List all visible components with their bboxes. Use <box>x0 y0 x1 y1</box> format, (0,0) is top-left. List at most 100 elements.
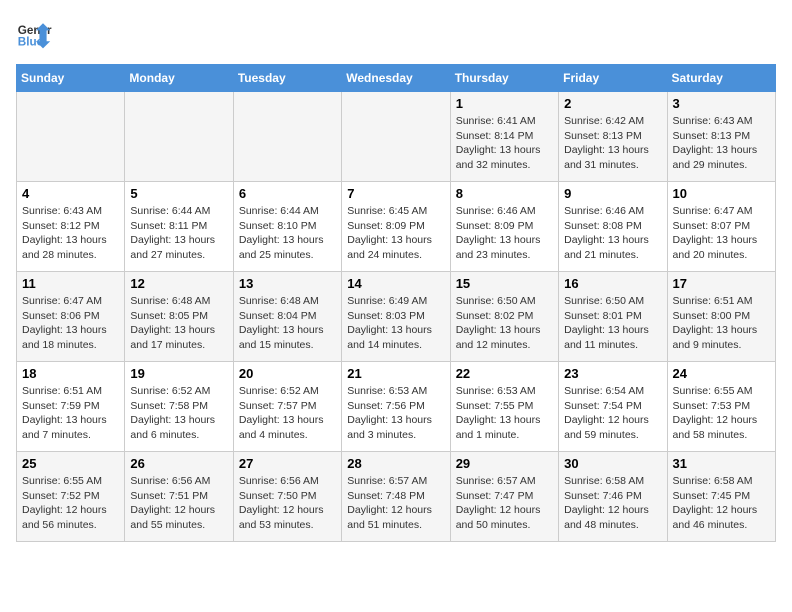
weekday-row: SundayMondayTuesdayWednesdayThursdayFrid… <box>17 65 776 92</box>
day-number: 21 <box>347 366 444 381</box>
day-info: Sunrise: 6:56 AM Sunset: 7:51 PM Dayligh… <box>130 474 227 533</box>
day-number: 16 <box>564 276 661 291</box>
calendar-cell: 16 Sunrise: 6:50 AM Sunset: 8:01 PM Dayli… <box>559 272 667 362</box>
day-number: 9 <box>564 186 661 201</box>
weekday-header-tuesday: Tuesday <box>233 65 341 92</box>
day-number: 2 <box>564 96 661 111</box>
day-number: 4 <box>22 186 119 201</box>
logo-icon: General Blue <box>16 16 52 52</box>
day-info: Sunrise: 6:50 AM Sunset: 8:01 PM Dayligh… <box>564 294 661 353</box>
calendar-cell: 29 Sunrise: 6:57 AM Sunset: 7:47 PM Dayli… <box>450 452 558 542</box>
day-number: 1 <box>456 96 553 111</box>
weekday-header-wednesday: Wednesday <box>342 65 450 92</box>
day-number: 31 <box>673 456 770 471</box>
calendar-cell: 12 Sunrise: 6:48 AM Sunset: 8:05 PM Dayli… <box>125 272 233 362</box>
day-number: 10 <box>673 186 770 201</box>
day-info: Sunrise: 6:54 AM Sunset: 7:54 PM Dayligh… <box>564 384 661 443</box>
calendar-week-1: 1 Sunrise: 6:41 AM Sunset: 8:14 PM Daylig… <box>17 92 776 182</box>
calendar-cell: 21Sunrise: 6:53 AM Sunset: 7:56 PM Dayli… <box>342 362 450 452</box>
day-info: Sunrise: 6:47 AM Sunset: 8:07 PM Dayligh… <box>673 204 770 263</box>
day-info: Sunrise: 6:45 AM Sunset: 8:09 PM Dayligh… <box>347 204 444 263</box>
day-info: Sunrise: 6:44 AM Sunset: 8:10 PM Dayligh… <box>239 204 336 263</box>
weekday-header-monday: Monday <box>125 65 233 92</box>
calendar-cell: 10 Sunrise: 6:47 AM Sunset: 8:07 PM Dayli… <box>667 182 775 272</box>
calendar-cell: 17 Sunrise: 6:51 AM Sunset: 8:00 PM Dayli… <box>667 272 775 362</box>
calendar-cell: 8 Sunrise: 6:46 AM Sunset: 8:09 PM Daylig… <box>450 182 558 272</box>
calendar-cell <box>125 92 233 182</box>
day-info: Sunrise: 6:52 AM Sunset: 7:57 PM Dayligh… <box>239 384 336 443</box>
calendar-cell <box>342 92 450 182</box>
day-info: Sunrise: 6:51 AM Sunset: 8:00 PM Dayligh… <box>673 294 770 353</box>
day-number: 20 <box>239 366 336 381</box>
day-number: 13 <box>239 276 336 291</box>
day-info: Sunrise: 6:56 AM Sunset: 7:50 PM Dayligh… <box>239 474 336 533</box>
weekday-header-thursday: Thursday <box>450 65 558 92</box>
calendar-cell: 27 Sunrise: 6:56 AM Sunset: 7:50 PM Dayli… <box>233 452 341 542</box>
day-number: 27 <box>239 456 336 471</box>
day-info: Sunrise: 6:47 AM Sunset: 8:06 PM Dayligh… <box>22 294 119 353</box>
calendar-cell: 31Sunrise: 6:58 AM Sunset: 7:45 PM Dayli… <box>667 452 775 542</box>
calendar-body: 1 Sunrise: 6:41 AM Sunset: 8:14 PM Daylig… <box>17 92 776 542</box>
day-number: 15 <box>456 276 553 291</box>
day-number: 5 <box>130 186 227 201</box>
day-info: Sunrise: 6:46 AM Sunset: 8:09 PM Dayligh… <box>456 204 553 263</box>
calendar-cell: 1 Sunrise: 6:41 AM Sunset: 8:14 PM Daylig… <box>450 92 558 182</box>
calendar-cell: 15 Sunrise: 6:50 AM Sunset: 8:02 PM Dayli… <box>450 272 558 362</box>
weekday-header-friday: Friday <box>559 65 667 92</box>
day-info: Sunrise: 6:52 AM Sunset: 7:58 PM Dayligh… <box>130 384 227 443</box>
day-number: 14 <box>347 276 444 291</box>
day-info: Sunrise: 6:41 AM Sunset: 8:14 PM Dayligh… <box>456 114 553 173</box>
calendar-table: SundayMondayTuesdayWednesdayThursdayFrid… <box>16 64 776 542</box>
calendar-cell: 23Sunrise: 6:54 AM Sunset: 7:54 PM Dayli… <box>559 362 667 452</box>
calendar-week-2: 4 Sunrise: 6:43 AM Sunset: 8:12 PM Daylig… <box>17 182 776 272</box>
day-number: 3 <box>673 96 770 111</box>
day-number: 11 <box>22 276 119 291</box>
day-info: Sunrise: 6:49 AM Sunset: 8:03 PM Dayligh… <box>347 294 444 353</box>
calendar-cell: 6 Sunrise: 6:44 AM Sunset: 8:10 PM Daylig… <box>233 182 341 272</box>
logo: General Blue <box>16 16 56 52</box>
day-number: 12 <box>130 276 227 291</box>
day-number: 26 <box>130 456 227 471</box>
day-info: Sunrise: 6:43 AM Sunset: 8:12 PM Dayligh… <box>22 204 119 263</box>
weekday-header-sunday: Sunday <box>17 65 125 92</box>
calendar-cell: 25 Sunrise: 6:55 AM Sunset: 7:52 PM Dayli… <box>17 452 125 542</box>
day-number: 25 <box>22 456 119 471</box>
calendar-cell: 3Sunrise: 6:43 AM Sunset: 8:13 PM Daylig… <box>667 92 775 182</box>
day-info: Sunrise: 6:42 AM Sunset: 8:13 PM Dayligh… <box>564 114 661 173</box>
day-number: 29 <box>456 456 553 471</box>
calendar-cell: 2 Sunrise: 6:42 AM Sunset: 8:13 PM Daylig… <box>559 92 667 182</box>
calendar-cell: 30 Sunrise: 6:58 AM Sunset: 7:46 PM Dayli… <box>559 452 667 542</box>
day-number: 7 <box>347 186 444 201</box>
day-number: 6 <box>239 186 336 201</box>
calendar-cell: 24 Sunrise: 6:55 AM Sunset: 7:53 PM Dayli… <box>667 362 775 452</box>
calendar-cell: 28 Sunrise: 6:57 AM Sunset: 7:48 PM Dayli… <box>342 452 450 542</box>
day-number: 28 <box>347 456 444 471</box>
day-number: 19 <box>130 366 227 381</box>
day-info: Sunrise: 6:57 AM Sunset: 7:47 PM Dayligh… <box>456 474 553 533</box>
day-info: Sunrise: 6:46 AM Sunset: 8:08 PM Dayligh… <box>564 204 661 263</box>
day-info: Sunrise: 6:48 AM Sunset: 8:05 PM Dayligh… <box>130 294 227 353</box>
day-number: 8 <box>456 186 553 201</box>
day-number: 24 <box>673 366 770 381</box>
day-info: Sunrise: 6:55 AM Sunset: 7:52 PM Dayligh… <box>22 474 119 533</box>
day-info: Sunrise: 6:51 AM Sunset: 7:59 PM Dayligh… <box>22 384 119 443</box>
day-number: 18 <box>22 366 119 381</box>
day-info: Sunrise: 6:53 AM Sunset: 7:55 PM Dayligh… <box>456 384 553 443</box>
calendar-cell: 18 Sunrise: 6:51 AM Sunset: 7:59 PM Dayli… <box>17 362 125 452</box>
calendar-week-3: 11 Sunrise: 6:47 AM Sunset: 8:06 PM Dayli… <box>17 272 776 362</box>
day-info: Sunrise: 6:55 AM Sunset: 7:53 PM Dayligh… <box>673 384 770 443</box>
calendar-cell: 14 Sunrise: 6:49 AM Sunset: 8:03 PM Dayli… <box>342 272 450 362</box>
day-info: Sunrise: 6:50 AM Sunset: 8:02 PM Dayligh… <box>456 294 553 353</box>
day-number: 30 <box>564 456 661 471</box>
header: General Blue <box>16 16 776 52</box>
day-info: Sunrise: 6:48 AM Sunset: 8:04 PM Dayligh… <box>239 294 336 353</box>
calendar-cell: 7 Sunrise: 6:45 AM Sunset: 8:09 PM Daylig… <box>342 182 450 272</box>
day-info: Sunrise: 6:57 AM Sunset: 7:48 PM Dayligh… <box>347 474 444 533</box>
day-number: 17 <box>673 276 770 291</box>
day-info: Sunrise: 6:58 AM Sunset: 7:46 PM Dayligh… <box>564 474 661 533</box>
day-number: 22 <box>456 366 553 381</box>
calendar-cell: 19 Sunrise: 6:52 AM Sunset: 7:58 PM Dayli… <box>125 362 233 452</box>
calendar-cell: 9 Sunrise: 6:46 AM Sunset: 8:08 PM Daylig… <box>559 182 667 272</box>
day-info: Sunrise: 6:44 AM Sunset: 8:11 PM Dayligh… <box>130 204 227 263</box>
calendar-cell <box>17 92 125 182</box>
